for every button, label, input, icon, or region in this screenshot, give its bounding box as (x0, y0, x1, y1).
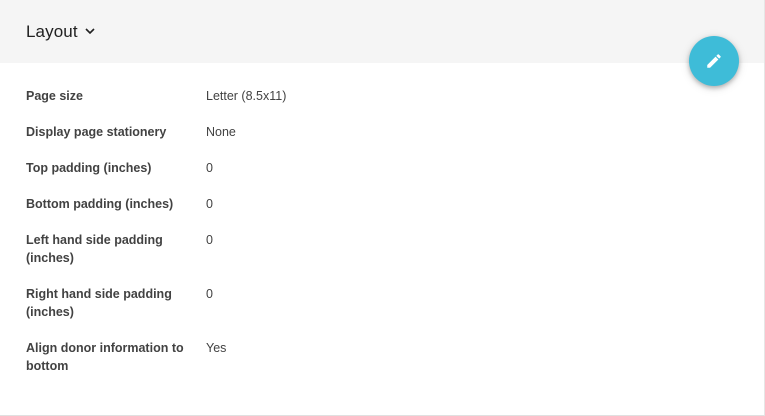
setting-row-bottom-padding: Bottom padding (inches) 0 (26, 195, 666, 213)
setting-row-stationery: Display page stationery None (26, 123, 666, 141)
setting-label: Right hand side padding (inches) (26, 287, 172, 319)
setting-value: 0 (206, 287, 213, 301)
setting-label: Bottom padding (inches) (26, 197, 174, 211)
card-header: Layout (0, 0, 764, 63)
chevron-down-icon (84, 26, 96, 38)
setting-value: 0 (206, 233, 213, 247)
setting-value: 0 (206, 161, 213, 175)
setting-row-align-donor: Align donor information to bottom Yes (26, 339, 666, 375)
setting-label: Left hand side padding (inches) (26, 233, 163, 265)
setting-label: Page size (26, 89, 83, 103)
setting-label: Top padding (inches) (26, 161, 152, 175)
setting-value: Yes (206, 341, 227, 355)
setting-row-top-padding: Top padding (inches) 0 (26, 159, 666, 177)
layout-dropdown[interactable]: Layout (26, 22, 96, 42)
setting-value: None (206, 125, 236, 139)
setting-value: 0 (206, 197, 213, 211)
setting-label: Align donor information to bottom (26, 341, 184, 373)
setting-row-page-size: Page size Letter (8.5x11) (26, 87, 666, 105)
setting-row-left-padding: Left hand side padding (inches) 0 (26, 231, 666, 267)
setting-label: Display page stationery (26, 125, 167, 139)
setting-value: Letter (8.5x11) (206, 89, 287, 103)
header-title: Layout (26, 21, 78, 41)
settings-list: Page size Letter (8.5x11) Display page s… (26, 87, 666, 393)
setting-row-right-padding: Right hand side padding (inches) 0 (26, 285, 666, 321)
layout-card: Layout Page size Letter (8.5x11) Display… (0, 0, 765, 416)
edit-button[interactable] (689, 36, 739, 86)
pencil-icon (705, 52, 723, 70)
